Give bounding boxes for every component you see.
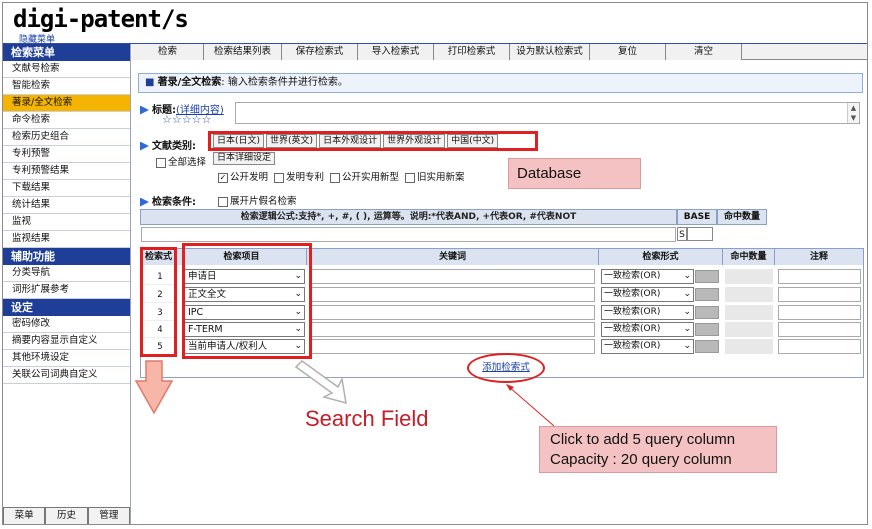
sidebar-item[interactable]: 智能检索	[3, 78, 130, 95]
sidebar-item[interactable]: 分类导航	[3, 265, 130, 282]
tab-menu[interactable]: 菜单	[3, 507, 46, 524]
sidebar-section-search-menu: 检索菜单	[3, 44, 130, 61]
import-query-button[interactable]: 导入检索式	[358, 44, 434, 60]
app-window: digi-patent/s 隐藏菜单 检索菜单 文献号检索 智能检索 著录/全文检索…	[2, 2, 868, 525]
sidebar-aux-items: 分类导航 词形扩展参考	[3, 265, 130, 299]
sidebar-item[interactable]: 著录/全文检索	[3, 95, 130, 112]
sidebar-item[interactable]: 专利预警	[3, 146, 130, 163]
down-arrow-icon	[134, 360, 174, 415]
sidebar-item[interactable]: 专利预警结果	[3, 163, 130, 180]
sidebar-search-items: 文献号检索 智能检索 著录/全文检索 命令检索 检索历史组合 专利预警 专利预警结果 下载结果…	[3, 61, 130, 248]
sidebar-section-aux: 辅助功能	[3, 248, 130, 265]
set-default-query-button[interactable]: 设为默认检索式	[510, 44, 590, 60]
toolbar: 检索 检索结果列表 保存检索式 导入检索式 打印检索式 设为默认检索式 复位 清…	[132, 44, 867, 60]
sidebar-item[interactable]: 摘要内容显示自定义	[3, 333, 130, 350]
search-button[interactable]: 检索	[132, 44, 204, 60]
diagonal-arrow-icon	[294, 360, 347, 405]
sidebar-item[interactable]: 文献号检索	[3, 61, 130, 78]
sidebar-item[interactable]: 关联公司词典自定义	[3, 367, 130, 384]
main-content: ■ 著录/全文检索: 输入检索条件并进行检索。 标题:(详细内容) ☆☆☆☆☆ …	[132, 61, 867, 524]
reset-button[interactable]: 复位	[590, 44, 666, 60]
sidebar-item[interactable]: 下载结果	[3, 180, 130, 197]
sidebar-section-settings: 设定	[3, 299, 130, 316]
annotation-arrows	[134, 360, 555, 427]
sidebar-bottom-tabs: 菜单 历史 管理	[3, 507, 130, 524]
sidebar-item[interactable]: 命令检索	[3, 112, 130, 129]
clear-button[interactable]: 清空	[666, 44, 742, 60]
sidebar-item[interactable]: 监视结果	[3, 231, 130, 248]
sidebar-item[interactable]: 监视	[3, 214, 130, 231]
result-list-button[interactable]: 检索结果列表	[204, 44, 282, 60]
tab-admin[interactable]: 管理	[87, 507, 130, 524]
logo: digi-patent/s	[13, 5, 189, 33]
sidebar: 检索菜单 文献号检索 智能检索 著录/全文检索 命令检索 检索历史组合 专利预警 专利预警结…	[3, 44, 131, 524]
sidebar-item[interactable]: 统计结果	[3, 197, 130, 214]
sidebar-item[interactable]: 密码修改	[3, 316, 130, 333]
tab-history[interactable]: 历史	[45, 507, 88, 524]
sidebar-item[interactable]: 词形扩展参考	[3, 282, 130, 299]
sidebar-settings-items: 密码修改 摘要内容显示自定义 其他环境设定 关联公司词典自定义	[3, 316, 130, 384]
save-query-button[interactable]: 保存检索式	[282, 44, 358, 60]
print-query-button[interactable]: 打印检索式	[434, 44, 510, 60]
pointer-line	[507, 385, 555, 427]
sidebar-item[interactable]: 其他环境设定	[3, 350, 130, 367]
sidebar-item[interactable]: 检索历史组合	[3, 129, 130, 146]
